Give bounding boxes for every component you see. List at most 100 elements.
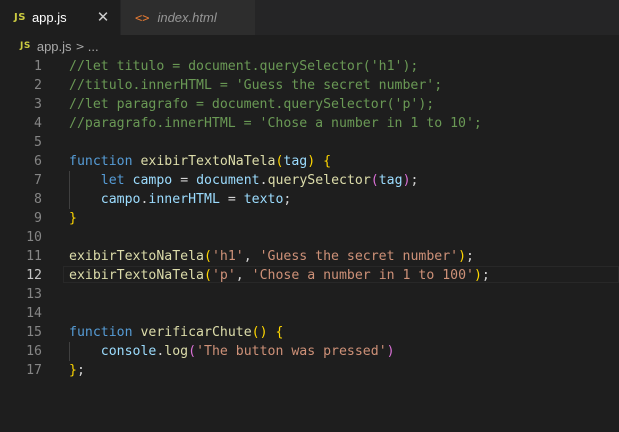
code-token: ) [402, 173, 411, 188]
code-token: function [69, 154, 133, 169]
code-token: campo [132, 173, 173, 188]
tab-bar: JS app.js ✕ <> index.html [0, 0, 619, 35]
line-number: 10 [26, 230, 42, 245]
code-text: campo.innerHTML = texto; [69, 190, 292, 209]
line-number: 2 [34, 78, 42, 93]
breadcrumb: JS app.js > ... [0, 35, 619, 57]
code-token: log [164, 344, 189, 359]
code-token: ( [370, 173, 379, 188]
code-token: ) [307, 154, 316, 169]
line-number: 1 [34, 59, 42, 74]
code-token: 'p' [211, 268, 236, 283]
code-text: //let titulo = document.querySelector('h… [69, 57, 418, 76]
line-number: 4 [34, 116, 42, 131]
code-token: ; [466, 249, 474, 264]
line-number: 12 [26, 268, 42, 283]
code-editor[interactable]: 1 //let titulo = document.querySelector('… [0, 57, 619, 432]
code-line[interactable]: 2 //titulo.innerHTML = 'Guess the secret … [0, 76, 619, 95]
line-number: 5 [34, 135, 42, 150]
line-number: 14 [26, 306, 42, 321]
code-token: } [69, 211, 77, 226]
line-number: 8 [34, 192, 42, 207]
code-token: exibirTextoNaTela [140, 154, 276, 169]
code-line[interactable]: 10 [0, 228, 619, 247]
code-token: innerHTML [148, 192, 220, 207]
line-number: 15 [26, 325, 42, 340]
chevron-right-icon: > [75, 39, 85, 53]
code-line[interactable]: 6 function exibirTextoNaTela(tag) { [0, 152, 619, 171]
close-icon[interactable]: ✕ [94, 8, 112, 26]
code-text: function verificarChute() { [69, 323, 283, 342]
code-token: () [251, 325, 268, 340]
code-line[interactable]: 7 let campo = document.querySelector(tag… [0, 171, 619, 190]
code-token: ( [188, 344, 197, 359]
code-line[interactable]: 1 //let titulo = document.querySelector('… [0, 57, 619, 76]
code-token: 'Guess the secret number' [259, 249, 459, 264]
code-token: ; [481, 268, 490, 283]
code-text: } [69, 209, 77, 228]
code-token: //titulo.innerHTML = 'Guess the secret n… [69, 78, 443, 93]
code-line[interactable]: 4 //paragrafo.innerHTML = 'Chose a number… [0, 114, 619, 133]
code-text: //let paragrafo = document.querySelector… [69, 95, 434, 114]
code-token: ; [76, 363, 85, 378]
code-token: tag [283, 154, 308, 169]
line-number: 9 [34, 211, 42, 226]
breadcrumb-more[interactable]: ... [88, 39, 99, 54]
indent-guide [69, 171, 70, 209]
code-token: . [259, 173, 268, 188]
code-line[interactable]: 12 exibirTextoNaTela('p', 'Chose a number… [0, 266, 619, 285]
code-text: console.log('The button was pressed') [69, 342, 395, 361]
code-token: let [100, 173, 125, 188]
code-text: //titulo.innerHTML = 'Guess the secret n… [69, 76, 442, 95]
code-token: = [172, 173, 197, 188]
code-line[interactable]: 9} [0, 209, 619, 228]
code-token: { [323, 154, 332, 169]
code-token: = [219, 192, 244, 207]
code-token: verificarChute [140, 325, 252, 340]
tab-index-html[interactable]: <> index.html [120, 0, 255, 35]
javascript-file-icon: JS [20, 41, 31, 51]
code-token: { [275, 325, 284, 340]
code-line[interactable]: 8 campo.innerHTML = texto; [0, 190, 619, 209]
code-token: exibirTextoNaTela [69, 268, 204, 283]
code-token: campo [100, 192, 141, 207]
code-line[interactable]: 17}; [0, 361, 619, 380]
code-line[interactable]: 5 [0, 133, 619, 152]
code-line[interactable]: 11 exibirTextoNaTela('h1', 'Guess the sec… [0, 247, 619, 266]
code-text: //paragrafo.innerHTML = 'Chose a number … [69, 114, 482, 133]
code-token: ) [473, 268, 482, 283]
code-line[interactable]: 14 [0, 304, 619, 323]
code-text: exibirTextoNaTela('h1', 'Guess the secre… [69, 247, 474, 266]
code-line[interactable]: 16 console.log('The button was pressed') [0, 342, 619, 361]
line-number: 17 [26, 363, 42, 378]
line-number: 11 [26, 249, 42, 264]
code-token: ) [386, 344, 395, 359]
code-token: ; [283, 192, 292, 207]
code-token: texto [243, 192, 284, 207]
code-line[interactable]: 15 function verificarChute() { [0, 323, 619, 342]
code-line[interactable]: 3 //let paragrafo = document.querySelecto… [0, 95, 619, 114]
code-token: console [100, 344, 157, 359]
code-line[interactable]: 13 [0, 285, 619, 304]
code-text: let campo = document.querySelector(tag); [69, 171, 419, 190]
code-token: document [196, 173, 260, 188]
code-token: tag [378, 173, 403, 188]
tab-app-js[interactable]: JS app.js ✕ [0, 0, 120, 35]
code-token: 'Chose a number in 1 to 100' [251, 268, 474, 283]
code-token: ( [203, 249, 212, 264]
line-number: 6 [34, 154, 42, 169]
breadcrumb-file[interactable]: app.js [37, 39, 72, 54]
code-token: //let titulo = document.querySelector('h… [69, 59, 419, 74]
code-token: querySelector [267, 173, 371, 188]
code-text: function exibirTextoNaTela(tag) { [69, 152, 331, 171]
tab-label: index.html [157, 10, 217, 25]
line-number: 7 [34, 173, 42, 188]
code-token: function [69, 325, 133, 340]
code-token: ( [203, 268, 212, 283]
code-token: exibirTextoNaTela [69, 249, 204, 264]
